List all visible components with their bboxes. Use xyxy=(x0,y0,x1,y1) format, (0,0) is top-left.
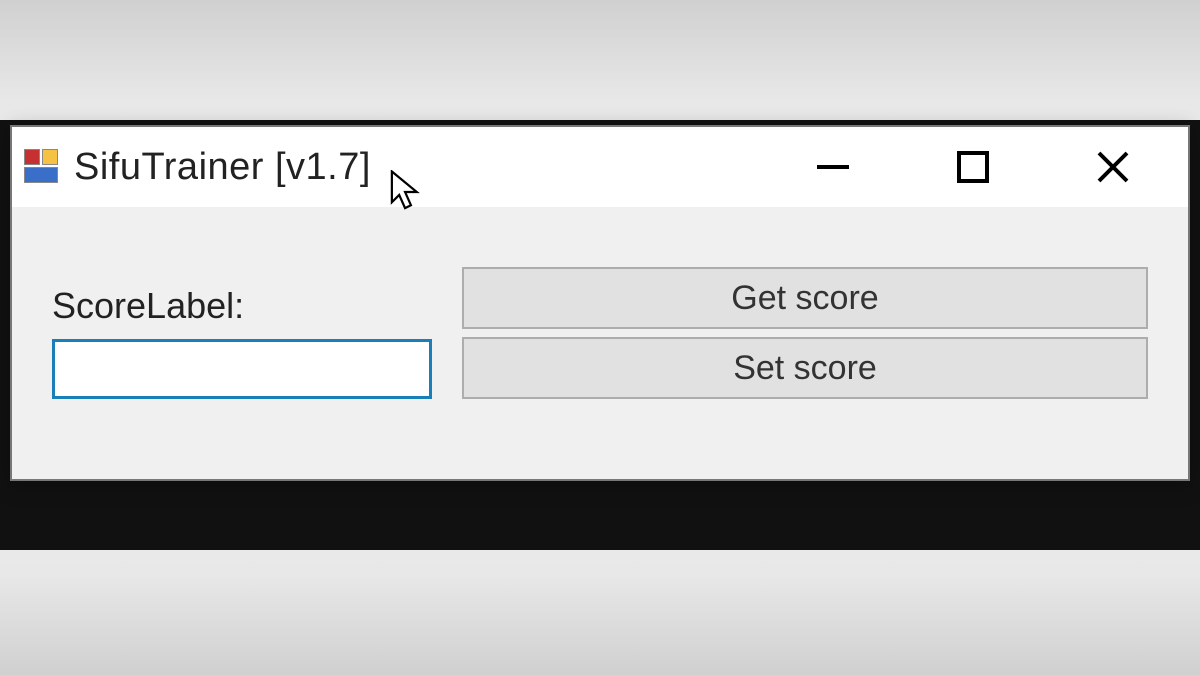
client-area: ScoreLabel: Get score Set score xyxy=(12,207,1188,479)
score-group: ScoreLabel: xyxy=(52,285,432,399)
maximize-button[interactable] xyxy=(948,142,998,192)
score-label: ScoreLabel: xyxy=(52,285,432,327)
score-input[interactable] xyxy=(52,339,432,399)
app-icon xyxy=(22,147,62,187)
app-window: SifuTrainer [v1.7] ScoreLabel: xyxy=(10,125,1190,481)
titlebar[interactable]: SifuTrainer [v1.7] xyxy=(12,127,1188,207)
maximize-icon xyxy=(953,147,993,187)
get-score-button[interactable]: Get score xyxy=(462,267,1148,329)
close-icon xyxy=(1093,147,1133,187)
window-title: SifuTrainer [v1.7] xyxy=(74,146,808,189)
set-score-button[interactable]: Set score xyxy=(462,337,1148,399)
window-controls xyxy=(808,142,1138,192)
minimize-button[interactable] xyxy=(808,142,858,192)
close-button[interactable] xyxy=(1088,142,1138,192)
button-group: Get score Set score xyxy=(462,267,1148,399)
minimize-icon xyxy=(813,147,853,187)
